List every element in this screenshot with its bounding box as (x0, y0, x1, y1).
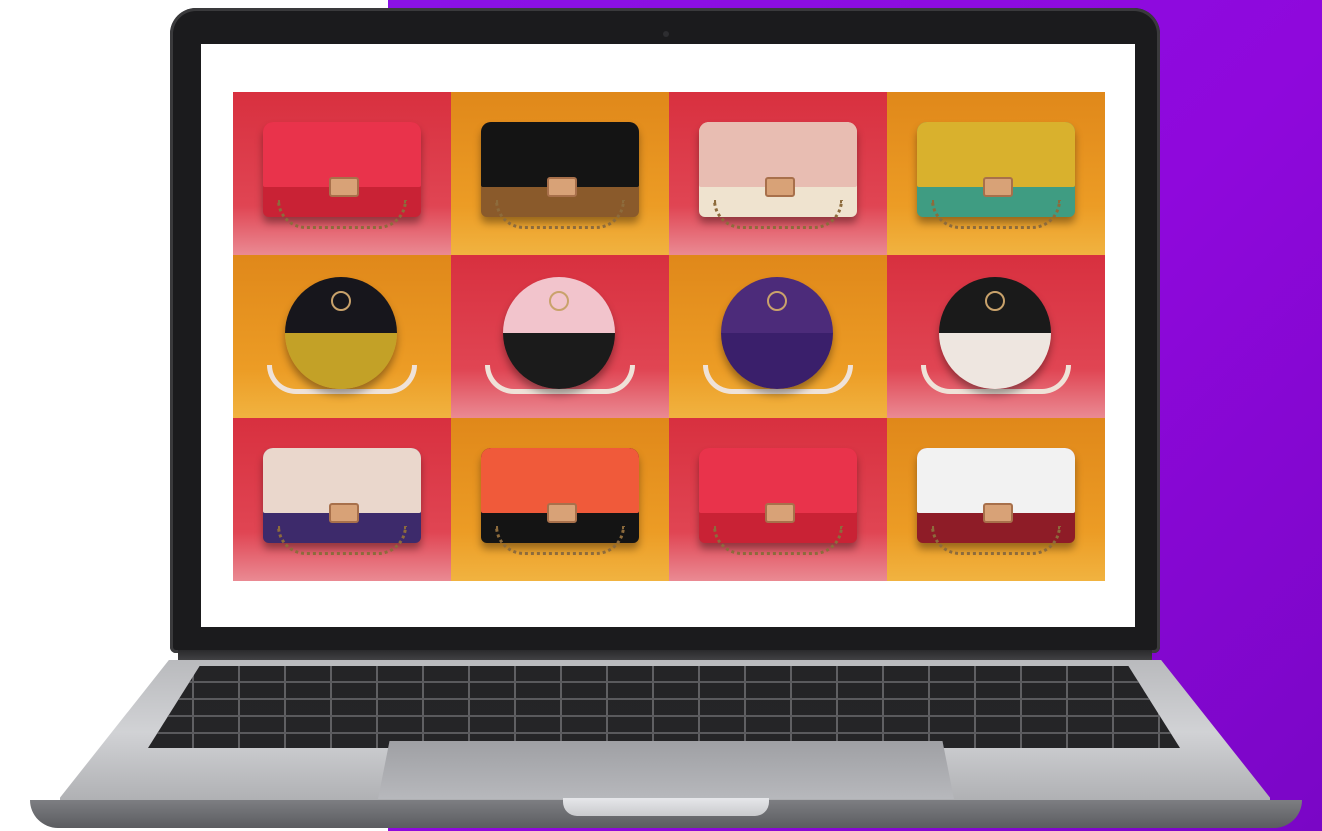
chain-strap (277, 526, 407, 555)
handbag-tile (233, 255, 451, 418)
webcam-icon (663, 31, 669, 37)
chain-strap (931, 200, 1061, 229)
clutch-handbag-image (481, 122, 639, 229)
handbag-tile (669, 255, 887, 418)
handbag-tile (233, 92, 451, 255)
handbag-tile (887, 92, 1105, 255)
clasp-icon (983, 177, 1013, 198)
handbag-tile (887, 255, 1105, 418)
clasp-icon (547, 503, 577, 524)
clasp-icon (765, 503, 795, 524)
clasp-icon (329, 503, 359, 524)
laptop-screen (201, 44, 1135, 627)
chain-strap (713, 526, 843, 555)
brand-logo-icon (549, 291, 569, 311)
chain-strap (495, 526, 625, 555)
lid-notch (563, 798, 769, 816)
clutch-handbag-image (917, 448, 1075, 555)
clutch-handbag-image (699, 122, 857, 229)
round-handbag-image (721, 277, 833, 389)
brand-logo-icon (985, 291, 1005, 311)
brand-logo-icon (331, 291, 351, 311)
clasp-icon (329, 177, 359, 198)
round-handbag-image (503, 277, 615, 389)
handbag-tile (451, 92, 669, 255)
keyboard-rows (148, 666, 1180, 748)
clutch-handbag-image (917, 122, 1075, 229)
handbag-tile (451, 418, 669, 581)
round-handbag-image (285, 277, 397, 389)
chain-strap (277, 200, 407, 229)
round-handbag-image (939, 277, 1051, 389)
handbag-tile (669, 92, 887, 255)
brand-logo-icon (767, 291, 787, 311)
chain-strap (713, 200, 843, 229)
clutch-handbag-image (481, 448, 639, 555)
handbag-grid (233, 92, 1105, 581)
handbag-tile (233, 418, 451, 581)
handbag-tile (451, 255, 669, 418)
clutch-handbag-image (699, 448, 857, 555)
clasp-icon (983, 503, 1013, 524)
handbag-tile (669, 418, 887, 581)
clutch-handbag-image (263, 448, 421, 555)
chain-strap (495, 200, 625, 229)
chain-strap (931, 526, 1061, 555)
clutch-handbag-image (263, 122, 421, 229)
trackpad (378, 741, 954, 799)
handbag-tile (887, 418, 1105, 581)
clasp-icon (765, 177, 795, 198)
clasp-icon (547, 177, 577, 198)
